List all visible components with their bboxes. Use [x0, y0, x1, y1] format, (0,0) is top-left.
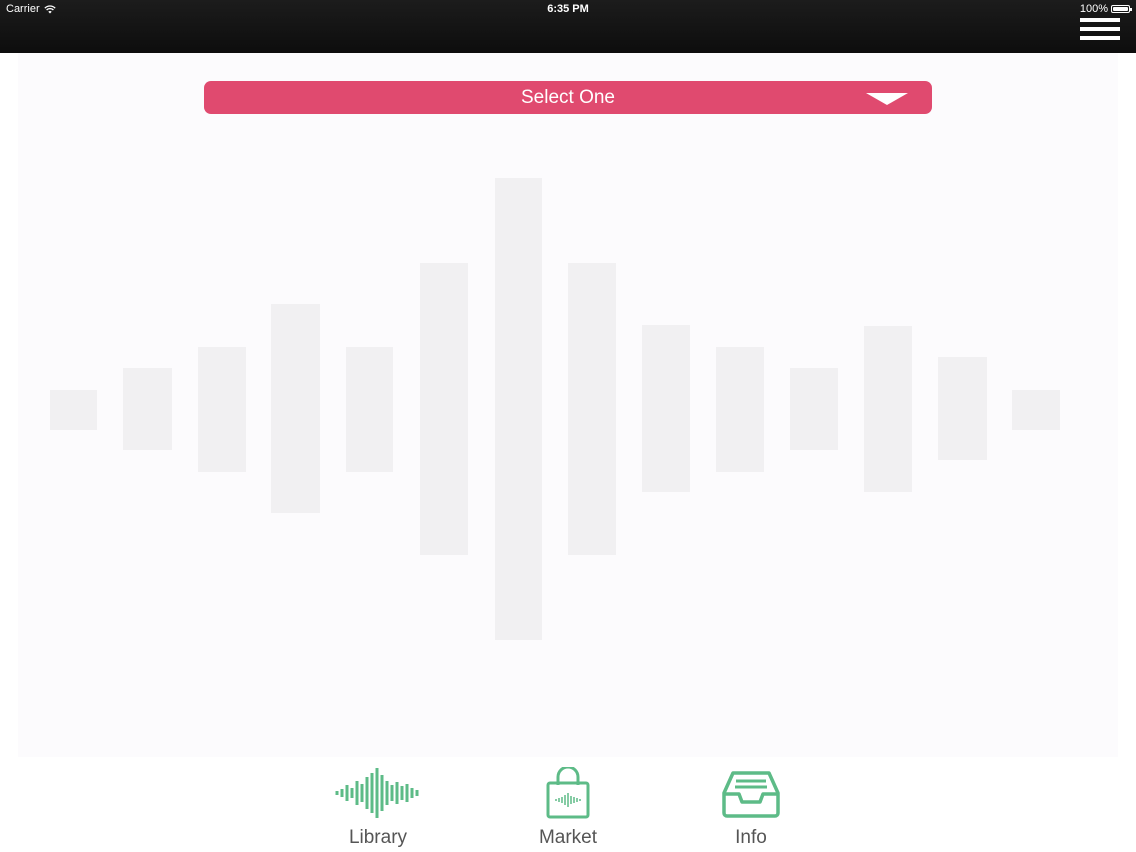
waveform-bar	[271, 304, 320, 513]
hamburger-menu-icon[interactable]	[1080, 18, 1120, 48]
battery-icon	[1111, 5, 1132, 13]
status-battery: 100%	[1079, 3, 1132, 15]
waveform-bar	[420, 263, 468, 555]
tab-market[interactable]: Market	[508, 767, 628, 852]
waveform-bar	[642, 325, 690, 492]
tab-info-label: Info	[735, 827, 767, 848]
waveform-bar	[938, 357, 987, 460]
dropdown-label: Select One	[521, 87, 615, 108]
waveform-bar	[123, 368, 172, 450]
waveform-bar	[495, 178, 542, 640]
waveform-bar	[568, 263, 616, 555]
inbox-tray-icon	[722, 771, 780, 818]
status-time: 6:35 PM	[547, 3, 589, 15]
waveform-bar	[790, 368, 838, 450]
tab-info[interactable]: Info	[691, 767, 811, 852]
waveform-bar	[1012, 390, 1060, 430]
waveform-bar	[716, 347, 764, 472]
shopping-bag-icon	[546, 767, 590, 819]
waveform-bar	[198, 347, 246, 472]
waveform-icon	[335, 768, 419, 818]
top-bar: Carrier 6:35 PM 100%	[0, 0, 1136, 53]
tab-market-label: Market	[538, 827, 598, 848]
select-dropdown[interactable]: Select One	[204, 81, 932, 114]
waveform-bar	[864, 326, 912, 492]
tab-bar: Library Market Info	[0, 757, 1136, 852]
tab-library-label: Library	[348, 827, 408, 848]
waveform-bar	[346, 347, 393, 472]
battery-percent: 100%	[1079, 3, 1108, 15]
dropdown-arrow-icon	[866, 93, 908, 105]
tab-library[interactable]: Library	[318, 767, 438, 852]
waveform-bar	[50, 390, 97, 430]
